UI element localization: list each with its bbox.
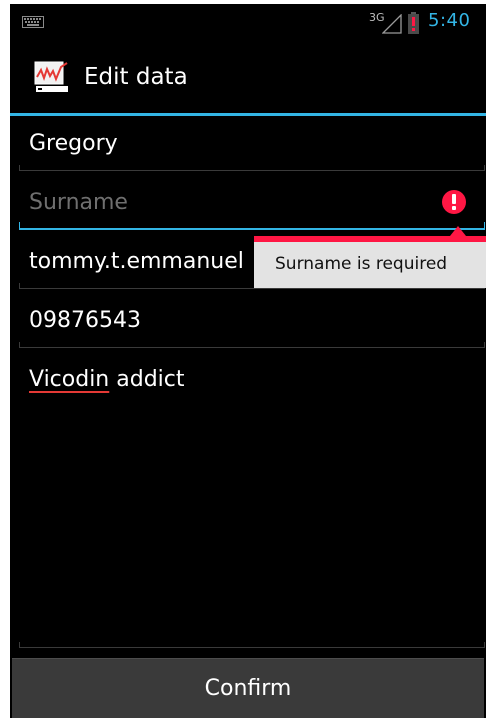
- status-bar: 3G 5:40: [10, 4, 486, 42]
- keyboard-icon: [22, 16, 44, 28]
- action-bar: Edit data: [10, 42, 486, 116]
- chart-app-icon[interactable]: [34, 61, 70, 95]
- confirm-button[interactable]: Confirm: [12, 658, 484, 718]
- first-name-field[interactable]: Gregory: [19, 119, 485, 171]
- error-popup: Surname is required: [254, 236, 486, 288]
- email-underline: [19, 283, 485, 289]
- action-bar-title: Edit data: [84, 64, 188, 90]
- notes-value: Vicodin addict: [29, 367, 185, 392]
- android-screen: 3G 5:40 Edit data Gregory Surname tommy.…: [10, 4, 486, 718]
- surname-underline: [19, 222, 485, 230]
- signal-icon: [382, 14, 402, 34]
- battery-alert-icon: [408, 12, 419, 34]
- phone-field[interactable]: 09876543: [19, 296, 485, 348]
- surname-placeholder: Surname: [29, 190, 128, 215]
- error-popup-arrow: [450, 226, 466, 236]
- clock: 5:40: [428, 10, 471, 31]
- email-value: tommy.t.emmanuel: [29, 249, 244, 274]
- phone-value: 09876543: [29, 308, 141, 333]
- notes-misspelled-word: Vicodin: [29, 367, 110, 392]
- notes-rest: addict: [109, 367, 185, 392]
- surname-field[interactable]: Surname: [19, 178, 485, 230]
- phone-underline: [19, 342, 485, 348]
- error-exclamation-icon: [442, 190, 466, 214]
- notes-underline: [19, 642, 485, 648]
- error-message: Surname is required: [275, 254, 448, 274]
- first-name-value: Gregory: [29, 131, 118, 156]
- notes-field[interactable]: Vicodin addict: [19, 355, 485, 647]
- first-name-underline: [19, 165, 485, 171]
